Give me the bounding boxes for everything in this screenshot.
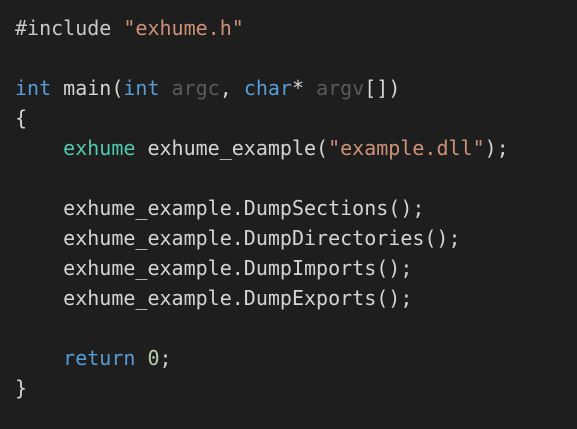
code-token: * (291, 76, 317, 100)
code-line[interactable]: exhume exhume_example("example.dll"); (15, 133, 577, 163)
code-line[interactable]: exhume_example.DumpDirectories(); (15, 223, 577, 253)
code-token: main( (51, 76, 124, 100)
code-line[interactable]: int main(int argc, char* argv[]) (15, 73, 577, 103)
code-line[interactable] (15, 43, 577, 73)
code-line[interactable]: exhume_example.DumpExports(); (15, 283, 577, 313)
code-token: exhume_example.DumpDirectories(); (15, 226, 461, 250)
code-token: #include (15, 16, 124, 40)
code-token: exhume_example.DumpSections(); (15, 196, 425, 220)
code-line[interactable] (15, 313, 577, 343)
code-token: ; (159, 346, 172, 370)
code-line[interactable]: } (15, 373, 577, 403)
code-token: exhume_example( (135, 136, 329, 160)
code-token: "exhume.h" (123, 16, 244, 40)
code-line[interactable]: return 0; (15, 343, 577, 373)
code-token: argv (316, 76, 365, 100)
code-token: argc (171, 76, 220, 100)
code-token: exhume_example.DumpImports(); (15, 256, 413, 280)
code-line[interactable]: #include "exhume.h" (15, 13, 577, 43)
code-line[interactable]: exhume_example.DumpImports(); (15, 253, 577, 283)
code-token: "example.dll" (328, 136, 485, 160)
code-token: []) (364, 76, 401, 100)
code-token: { (15, 106, 28, 130)
code-token: exhume (63, 136, 136, 160)
code-token: exhume_example.DumpExports(); (15, 286, 413, 310)
code-token: } (15, 376, 28, 400)
code-line[interactable]: { (15, 103, 577, 133)
code-editor[interactable]: #include "exhume.h" int main(int argc, c… (0, 0, 577, 429)
code-token: char (243, 76, 292, 100)
code-line[interactable] (15, 163, 577, 193)
code-line[interactable]: exhume_example.DumpSections(); (15, 193, 577, 223)
code-token: , (219, 76, 244, 100)
code-token: int (123, 76, 160, 100)
code-token: ); (484, 136, 509, 160)
code-token: return (63, 346, 136, 370)
code-token: int (15, 76, 52, 100)
code-token: 0 (147, 346, 160, 370)
